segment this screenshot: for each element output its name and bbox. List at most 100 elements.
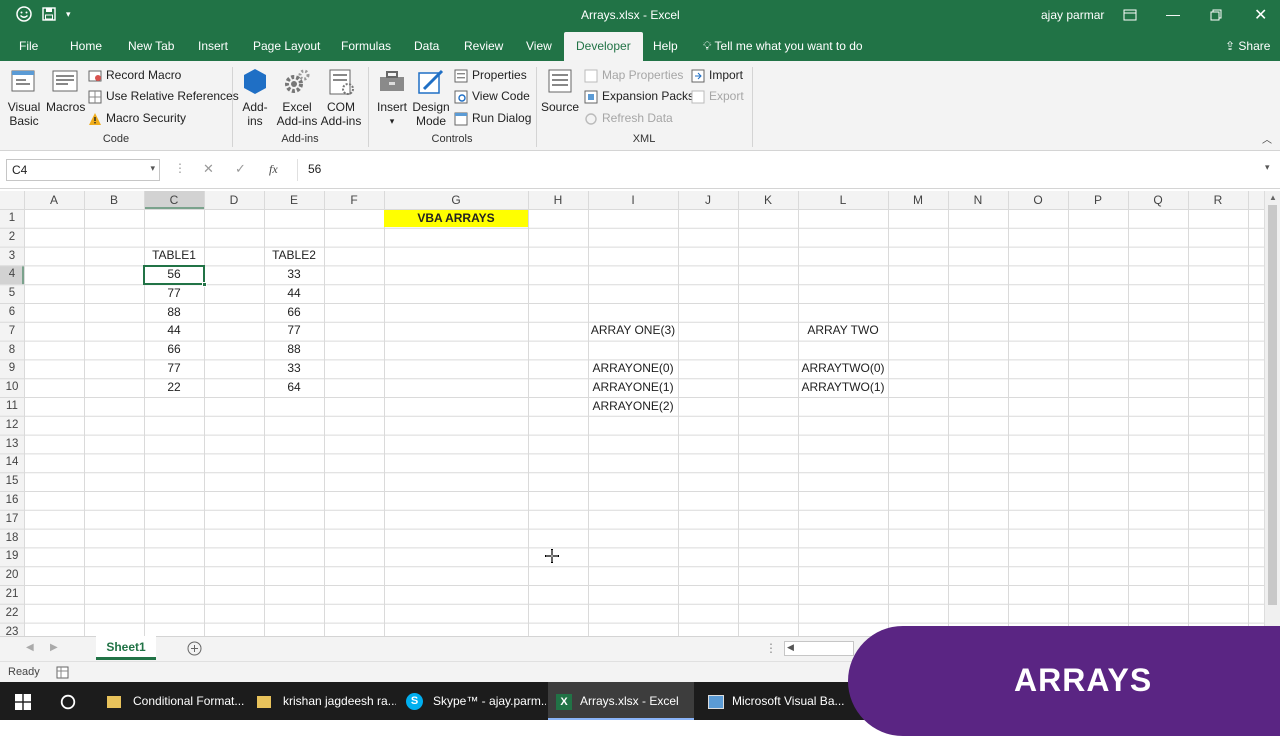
import-button[interactable]: Import — [691, 68, 743, 83]
column-header-d[interactable]: D — [204, 191, 264, 209]
row-header-22[interactable]: 22 — [0, 604, 24, 623]
row-header-7[interactable]: 7 — [0, 322, 24, 341]
column-header-p[interactable]: P — [1068, 191, 1128, 209]
cell-l7[interactable]: ARRAY TWO — [798, 322, 888, 340]
com-add-ins-button[interactable]: COM Add-ins — [320, 67, 362, 128]
row-header-13[interactable]: 13 — [0, 435, 24, 454]
cell-l9[interactable]: ARRAYTWO(0) — [798, 360, 888, 378]
tab-developer[interactable]: Developer — [564, 32, 643, 61]
cell-c8[interactable]: 66 — [144, 341, 204, 359]
horizontal-scrollbar[interactable]: ◀ — [784, 641, 854, 656]
run-dialog-button[interactable]: Run Dialog — [454, 111, 531, 126]
column-header-a[interactable]: A — [24, 191, 84, 209]
scroll-tabs-right-icon[interactable]: ▶ — [50, 642, 58, 653]
smiley-icon[interactable] — [16, 6, 32, 22]
cell-e3[interactable]: TABLE2 — [264, 247, 324, 265]
cell-c3[interactable]: TABLE1 — [144, 247, 204, 265]
close-icon[interactable]: ✕ — [1254, 5, 1267, 25]
column-header-g[interactable]: G — [384, 191, 528, 209]
tab-formulas[interactable]: Formulas — [341, 32, 391, 61]
taskbar-item-vba[interactable]: Microsoft Visual Ba... — [700, 682, 846, 720]
share-button[interactable]: ⇪ Share — [1225, 32, 1270, 61]
expansion-packs-button[interactable]: Expansion Packs — [584, 89, 694, 104]
tab-file[interactable]: File — [19, 32, 38, 61]
tab-view[interactable]: View — [526, 32, 552, 61]
column-header-i[interactable]: I — [588, 191, 678, 209]
tab-home[interactable]: Home — [70, 32, 102, 61]
cell-e10[interactable]: 64 — [264, 379, 324, 397]
cell-e7[interactable]: 77 — [264, 322, 324, 340]
cell-i9[interactable]: ARRAYONE(0) — [588, 360, 678, 378]
formula-input[interactable]: 56 — [297, 159, 1277, 181]
taskbar-item-folder-2[interactable]: krishan jagdeesh ra... — [250, 682, 396, 720]
column-header-n[interactable]: N — [948, 191, 1008, 209]
row-header-4[interactable]: 4 — [0, 265, 24, 284]
scrollbar-thumb[interactable] — [1268, 205, 1277, 605]
row-header-15[interactable]: 15 — [0, 472, 24, 491]
cortana-search-icon[interactable] — [60, 694, 76, 710]
tab-page-layout[interactable]: Page Layout — [253, 32, 320, 61]
cell-g1[interactable]: VBA ARRAYS — [384, 209, 528, 228]
row-header-5[interactable]: 5 — [0, 284, 24, 303]
cell-c5[interactable]: 77 — [144, 285, 204, 303]
row-header-20[interactable]: 20 — [0, 566, 24, 585]
cell-e9[interactable]: 33 — [264, 360, 324, 378]
save-icon[interactable] — [42, 7, 56, 21]
taskbar-item-skype[interactable]: S Skype™ - ajay.parm... — [400, 682, 546, 720]
source-button[interactable]: Source — [540, 67, 580, 114]
column-header-r[interactable]: R — [1188, 191, 1248, 209]
insert-function-icon[interactable]: fx — [269, 162, 278, 177]
row-header-12[interactable]: 12 — [0, 416, 24, 435]
row-header-16[interactable]: 16 — [0, 491, 24, 510]
map-properties-button[interactable]: Map Properties — [584, 68, 683, 83]
expand-formula-bar-icon[interactable]: ▾ — [1265, 162, 1270, 173]
tab-review[interactable]: Review — [464, 32, 503, 61]
column-header-l[interactable]: L — [798, 191, 888, 209]
column-header-k[interactable]: K — [738, 191, 798, 209]
cell-c7[interactable]: 44 — [144, 322, 204, 340]
add-ins-button[interactable]: Add-ins — [238, 67, 272, 128]
row-header-14[interactable]: 14 — [0, 453, 24, 472]
row-header-9[interactable]: 9 — [0, 359, 24, 378]
row-header-1[interactable]: 1 — [0, 209, 24, 228]
macros-button[interactable]: Macros — [46, 67, 85, 114]
tab-new-tab[interactable]: New Tab — [128, 32, 174, 61]
column-header-f[interactable]: F — [324, 191, 384, 209]
row-header-18[interactable]: 18 — [0, 529, 24, 548]
cell-c10[interactable]: 22 — [144, 379, 204, 397]
row-header-23[interactable]: 23 — [0, 623, 24, 636]
cell-i10[interactable]: ARRAYONE(1) — [588, 379, 678, 397]
design-mode-button[interactable]: Design Mode — [411, 67, 451, 128]
visual-basic-button[interactable]: Visual Basic — [6, 67, 42, 128]
chevron-down-icon[interactable]: ▾ — [150, 163, 155, 174]
column-header-c[interactable]: C — [144, 191, 204, 209]
column-header-q[interactable]: Q — [1128, 191, 1188, 209]
cell-e6[interactable]: 66 — [264, 304, 324, 322]
cell-c6[interactable]: 88 — [144, 304, 204, 322]
macro-security-button[interactable]: Macro Security — [88, 111, 186, 126]
cell-i7[interactable]: ARRAY ONE(3) — [588, 322, 678, 340]
scroll-left-icon[interactable]: ◀ — [787, 642, 794, 653]
export-button[interactable]: Export — [691, 89, 744, 104]
cancel-icon[interactable]: ✕ — [203, 161, 214, 177]
use-relative-references-button[interactable]: Use Relative References — [88, 89, 239, 104]
view-code-button[interactable]: View Code — [454, 89, 530, 104]
properties-button[interactable]: Properties — [454, 68, 527, 83]
column-header-o[interactable]: O — [1008, 191, 1068, 209]
tab-help[interactable]: Help — [653, 32, 678, 61]
cell-e4[interactable]: 33 — [264, 266, 324, 284]
column-header-j[interactable]: J — [678, 191, 738, 209]
record-macro-button[interactable]: Record Macro — [88, 68, 181, 83]
enter-icon[interactable]: ✓ — [235, 161, 246, 177]
cell-l10[interactable]: ARRAYTWO(1) — [798, 379, 888, 397]
row-header-10[interactable]: 10 — [0, 378, 24, 397]
taskbar-item-folder[interactable]: Conditional Format... — [100, 682, 246, 720]
fill-handle[interactable] — [202, 282, 207, 288]
row-header-2[interactable]: 2 — [0, 228, 24, 247]
refresh-data-button[interactable]: Refresh Data — [584, 111, 673, 126]
excel-add-ins-button[interactable]: Excel Add-ins — [276, 67, 318, 128]
collapse-ribbon-icon[interactable]: ︿ — [1262, 131, 1272, 146]
macro-recording-icon[interactable] — [56, 666, 69, 679]
cell-c9[interactable]: 77 — [144, 360, 204, 378]
taskbar-item-excel[interactable]: X Arrays.xlsx - Excel — [548, 682, 694, 720]
